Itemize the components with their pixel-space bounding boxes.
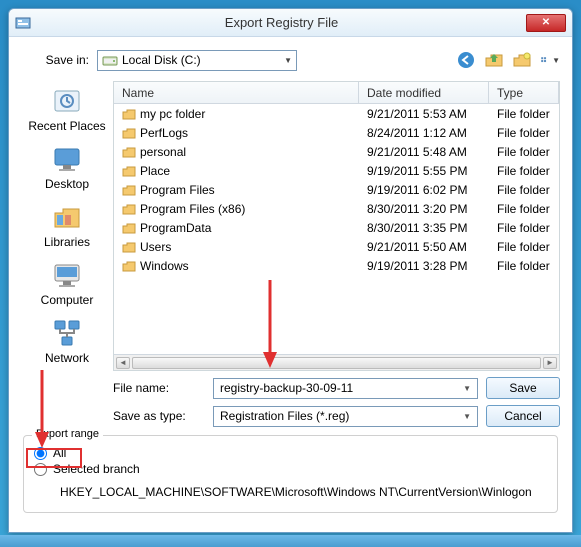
save-as-type-label: Save as type: <box>113 409 205 423</box>
file-list-panel: Name Date modified Type my pc folder9/21… <box>113 81 560 371</box>
save-button[interactable]: Save <box>486 377 560 399</box>
file-row[interactable]: Program Files (x86)8/30/2011 3:20 PMFile… <box>114 199 559 218</box>
file-row[interactable]: Users9/21/2011 5:50 AMFile folder <box>114 237 559 256</box>
file-row[interactable]: personal9/21/2011 5:48 AMFile folder <box>114 142 559 161</box>
dialog-title: Export Registry File <box>37 15 526 30</box>
dialog-window: Export Registry File ✕ Save in: Local Di… <box>8 8 573 533</box>
file-list[interactable]: my pc folder9/21/2011 5:53 AMFile folder… <box>114 104 559 354</box>
column-date[interactable]: Date modified <box>359 82 489 103</box>
horizontal-scrollbar[interactable]: ◄ ► <box>114 354 559 370</box>
column-name[interactable]: Name <box>114 82 359 103</box>
place-libraries[interactable]: Libraries <box>44 201 90 249</box>
file-row[interactable]: Program Files9/19/2011 6:02 PMFile folde… <box>114 180 559 199</box>
scroll-thumb[interactable] <box>132 357 541 369</box>
scroll-left-arrow[interactable]: ◄ <box>116 357 130 369</box>
file-name-label: File name: <box>113 381 205 395</box>
save-in-combo[interactable]: Local Disk (C:) ▼ <box>97 50 297 71</box>
export-range-group: Export range All Selected branch <box>23 435 558 513</box>
cancel-button[interactable]: Cancel <box>486 405 560 427</box>
dropdown-icon[interactable]: ▼ <box>463 412 471 421</box>
export-selected-label: Selected branch <box>53 462 140 476</box>
file-row[interactable]: Windows9/19/2011 3:28 PMFile folder <box>114 256 559 275</box>
place-desktop[interactable]: Desktop <box>45 143 89 191</box>
close-button[interactable]: ✕ <box>526 14 566 32</box>
file-row[interactable]: Place9/19/2011 5:55 PMFile folder <box>114 161 559 180</box>
view-menu-button[interactable]: ▼ <box>540 50 560 70</box>
scroll-right-arrow[interactable]: ► <box>543 357 557 369</box>
dropdown-icon: ▼ <box>284 56 292 65</box>
new-folder-button[interactable] <box>512 50 532 70</box>
file-row[interactable]: my pc folder9/21/2011 5:53 AMFile folder <box>114 104 559 123</box>
branch-path-input[interactable] <box>54 482 567 502</box>
place-network[interactable]: Network <box>45 317 89 365</box>
app-icon <box>15 15 31 31</box>
place-computer[interactable]: Computer <box>41 259 94 307</box>
save-as-type-combo[interactable]: Registration Files (*.reg) ▼ <box>213 406 478 427</box>
file-name-combo[interactable]: ▼ <box>213 378 478 399</box>
up-button[interactable] <box>484 50 504 70</box>
titlebar[interactable]: Export Registry File ✕ <box>9 9 572 37</box>
export-range-legend: Export range <box>32 428 103 440</box>
places-bar: Recent Places Desktop Libraries Computer Net… <box>21 81 113 371</box>
export-all-radio[interactable] <box>34 447 47 460</box>
export-selected-radio[interactable] <box>34 463 47 476</box>
save-in-value: Local Disk (C:) <box>122 53 201 67</box>
file-name-input[interactable] <box>220 381 463 395</box>
save-in-label: Save in: <box>21 53 89 67</box>
export-all-label: All <box>53 446 66 460</box>
dropdown-icon[interactable]: ▼ <box>463 384 471 393</box>
column-type[interactable]: Type <box>489 82 559 103</box>
file-row[interactable]: PerfLogs8/24/2011 1:12 AMFile folder <box>114 123 559 142</box>
save-as-type-value: Registration Files (*.reg) <box>220 409 349 423</box>
place-recent[interactable]: Recent Places <box>28 85 105 133</box>
file-row[interactable]: ProgramData8/30/2011 3:35 PMFile folder <box>114 218 559 237</box>
back-button[interactable] <box>456 50 476 70</box>
taskbar <box>0 535 581 547</box>
file-list-header[interactable]: Name Date modified Type <box>114 82 559 104</box>
